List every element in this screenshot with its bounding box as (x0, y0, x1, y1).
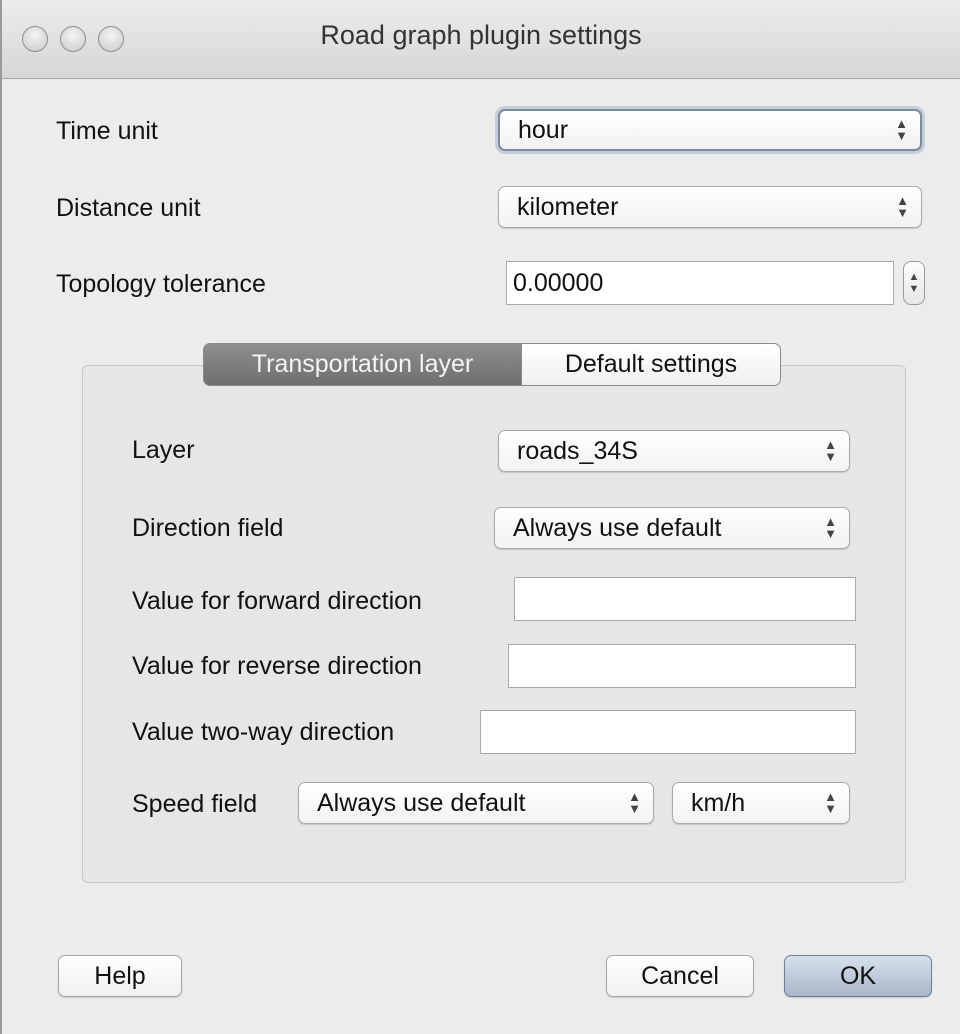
speed-unit-select[interactable]: km/h ▲ ▼ (672, 782, 850, 824)
direction-field-select[interactable]: Always use default ▲ ▼ (494, 507, 850, 549)
updown-arrows-icon: ▲ ▼ (895, 116, 908, 143)
distance-unit-select[interactable]: kilometer ▲ ▼ (498, 186, 922, 228)
distance-unit-label: Distance unit (56, 194, 201, 222)
settings-dialog: Road graph plugin settings Time unit hou… (0, 0, 960, 1034)
spinner-arrows-icon[interactable]: ▲ ▼ (903, 261, 925, 305)
speed-field-select[interactable]: Always use default ▲ ▼ (298, 782, 654, 824)
ok-button[interactable]: OK (784, 955, 932, 997)
two-way-direction-label: Value two-way direction (132, 718, 395, 746)
updown-arrows-icon: ▲ ▼ (824, 789, 837, 816)
layer-value: roads_34S (517, 437, 638, 465)
cancel-button[interactable]: Cancel (606, 955, 754, 997)
time-unit-value: hour (518, 116, 569, 144)
title-bar: Road graph plugin settings (2, 0, 960, 79)
direction-field-label: Direction field (132, 514, 284, 542)
reverse-direction-input[interactable] (508, 644, 856, 688)
topology-tolerance-label: Topology tolerance (56, 270, 266, 298)
distance-unit-value: kilometer (517, 193, 619, 221)
layer-label: Layer (132, 436, 195, 464)
time-unit-label: Time unit (56, 117, 158, 145)
updown-arrows-icon: ▲ ▼ (824, 437, 837, 464)
reverse-direction-label: Value for reverse direction (132, 652, 422, 680)
layer-select[interactable]: roads_34S ▲ ▼ (498, 430, 850, 472)
speed-field-value: Always use default (317, 789, 526, 817)
window-title: Road graph plugin settings (320, 20, 642, 50)
updown-arrows-icon: ▲ ▼ (824, 514, 837, 541)
forward-direction-input[interactable] (514, 577, 856, 621)
tab-transportation-layer[interactable]: Transportation layer (203, 343, 522, 386)
time-unit-select[interactable]: hour ▲ ▼ (498, 109, 922, 151)
updown-arrows-icon: ▲ ▼ (896, 193, 909, 220)
help-button[interactable]: Help (58, 955, 182, 997)
tab-default-settings[interactable]: Default settings (521, 343, 781, 386)
direction-field-value: Always use default (513, 514, 722, 542)
speed-unit-value: km/h (691, 789, 746, 817)
speed-field-label: Speed field (132, 790, 258, 818)
topology-tolerance-input[interactable]: 0.00000 (506, 261, 894, 305)
forward-direction-label: Value for forward direction (132, 587, 422, 615)
two-way-direction-input[interactable] (480, 710, 856, 754)
updown-arrows-icon: ▲ ▼ (628, 789, 641, 816)
